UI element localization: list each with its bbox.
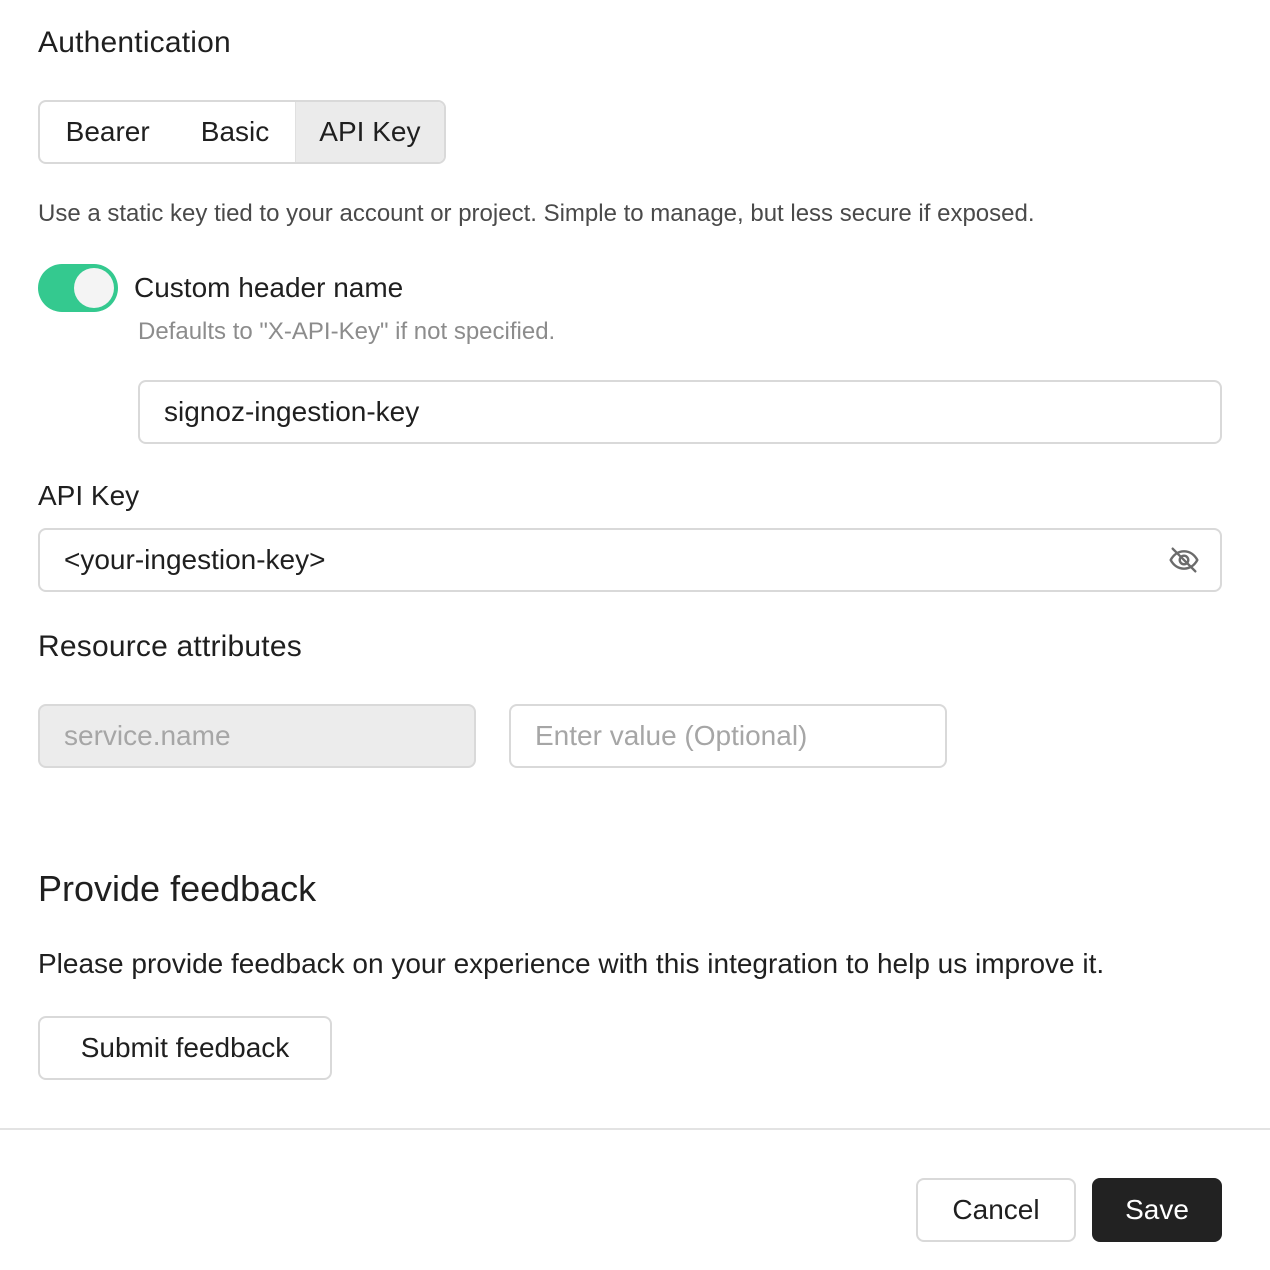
tab-api-key[interactable]: API Key bbox=[294, 102, 444, 162]
save-button[interactable]: Save bbox=[1092, 1178, 1222, 1242]
submit-feedback-button[interactable]: Submit feedback bbox=[38, 1016, 332, 1080]
custom-header-hint: Defaults to "X-API-Key" if not specified… bbox=[138, 318, 556, 345]
tab-bearer[interactable]: Bearer bbox=[40, 102, 175, 162]
custom-header-toggle[interactable] bbox=[38, 264, 118, 312]
authentication-title: Authentication bbox=[38, 26, 231, 59]
custom-header-input[interactable] bbox=[138, 380, 1222, 444]
resource-value-input[interactable] bbox=[509, 704, 947, 768]
api-key-input[interactable] bbox=[38, 528, 1222, 592]
api-key-label: API Key bbox=[38, 480, 140, 511]
feedback-title: Provide feedback bbox=[38, 868, 317, 909]
auth-description: Use a static key tied to your account or… bbox=[38, 200, 1035, 227]
feedback-description: Please provide feedback on your experien… bbox=[38, 948, 1105, 979]
cancel-button[interactable]: Cancel bbox=[916, 1178, 1076, 1242]
auth-type-segmented-control: Bearer Basic API Key bbox=[38, 100, 446, 164]
toggle-knob bbox=[74, 268, 114, 308]
resource-key-input bbox=[38, 704, 476, 768]
api-key-field bbox=[38, 528, 1222, 592]
resource-attributes-title: Resource attributes bbox=[38, 630, 302, 663]
tab-basic[interactable]: Basic bbox=[175, 102, 294, 162]
custom-header-label: Custom header name bbox=[134, 272, 404, 303]
footer-divider bbox=[0, 1128, 1270, 1130]
eye-off-icon[interactable] bbox=[1168, 544, 1200, 576]
